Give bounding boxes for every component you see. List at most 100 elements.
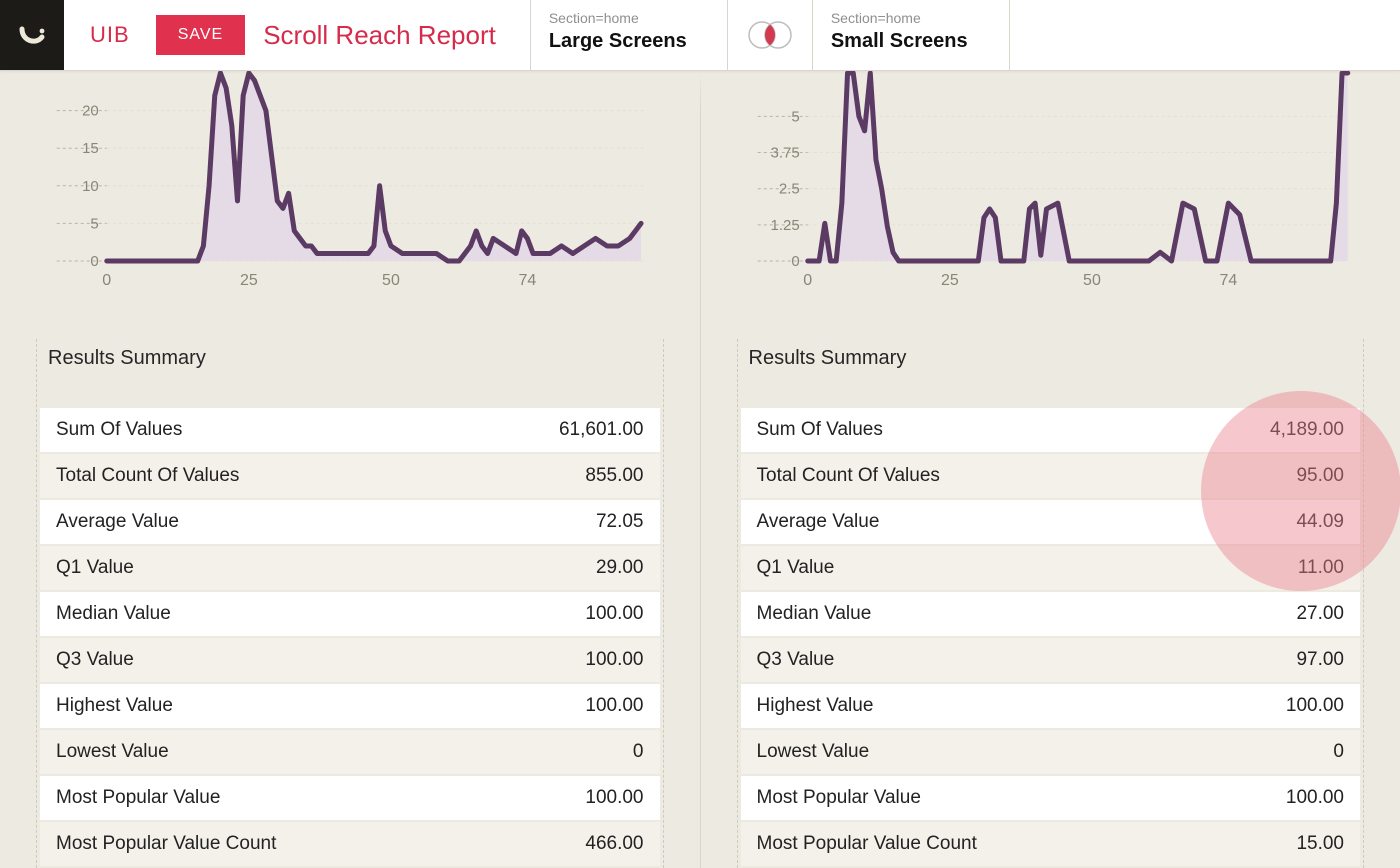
svg-text:25: 25 <box>240 272 258 289</box>
summary-right: Results Summary Sum Of Values4,189.00Tot… <box>741 347 1361 868</box>
svg-text:5: 5 <box>90 215 98 232</box>
stat-value: 100.00 <box>1177 684 1360 728</box>
stat-value: 0 <box>464 730 660 774</box>
table-row: Average Value44.09 <box>741 500 1361 544</box>
stat-value: 15.00 <box>1177 822 1360 866</box>
brand-name[interactable]: UIB <box>64 0 156 70</box>
table-row: Total Count Of Values95.00 <box>741 454 1361 498</box>
stat-label: Sum Of Values <box>40 408 464 452</box>
stat-label: Q1 Value <box>741 546 1177 590</box>
table-row: Most Popular Value100.00 <box>741 776 1361 820</box>
stat-value: 97.00 <box>1177 638 1360 682</box>
stat-label: Most Popular Value <box>741 776 1177 820</box>
stat-label: Q1 Value <box>40 546 464 590</box>
chart-wrap-left: 051015200255074 <box>0 71 700 291</box>
page-title: Scroll Reach Report <box>263 0 526 70</box>
stat-label: Sum Of Values <box>741 408 1177 452</box>
segment-left-value: Large Screens <box>549 27 709 55</box>
stat-label: Highest Value <box>741 684 1177 728</box>
table-row: Most Popular Value Count15.00 <box>741 822 1361 866</box>
table-row: Total Count Of Values855.00 <box>40 454 660 498</box>
scroll-chart-right: 01.252.53.7550255074 <box>735 71 1361 291</box>
app-logo[interactable] <box>0 0 64 70</box>
stat-label: Q3 Value <box>741 638 1177 682</box>
svg-text:15: 15 <box>82 140 99 157</box>
stat-label: Most Popular Value Count <box>741 822 1177 866</box>
compare-body: 051015200255074 Results Summary Sum Of V… <box>0 71 1400 868</box>
table-row: Median Value27.00 <box>741 592 1361 636</box>
stat-value: 100.00 <box>1177 776 1360 820</box>
segment-left[interactable]: Section=home Large Screens <box>531 0 728 70</box>
logo-icon <box>16 19 48 51</box>
table-row: Highest Value100.00 <box>741 684 1361 728</box>
stat-label: Total Count Of Values <box>40 454 464 498</box>
stat-label: Median Value <box>741 592 1177 636</box>
table-row: Most Popular Value100.00 <box>40 776 660 820</box>
table-row: Sum Of Values61,601.00 <box>40 408 660 452</box>
stat-value: 0 <box>1177 730 1360 774</box>
stat-value: 95.00 <box>1177 454 1360 498</box>
svg-text:74: 74 <box>1219 272 1237 289</box>
stat-label: Q3 Value <box>40 638 464 682</box>
venn-toggle[interactable] <box>728 0 813 70</box>
stat-label: Most Popular Value Count <box>40 822 464 866</box>
stat-value: 466.00 <box>464 822 660 866</box>
stat-value: 29.00 <box>464 546 660 590</box>
svg-text:0: 0 <box>803 272 812 289</box>
stat-value: 100.00 <box>464 684 660 728</box>
scroll-chart-left: 051015200255074 <box>34 71 660 291</box>
stat-value: 44.09 <box>1177 500 1360 544</box>
svg-text:50: 50 <box>382 272 400 289</box>
stat-value: 855.00 <box>464 454 660 498</box>
segment-right-label: Section=home <box>831 10 991 27</box>
stat-value: 61,601.00 <box>464 408 660 452</box>
table-row: Lowest Value0 <box>40 730 660 774</box>
chart-wrap-right: 01.252.53.7550255074 <box>701 71 1400 291</box>
segment-right-value: Small Screens <box>831 27 991 55</box>
summary-title-right: Results Summary <box>749 347 1361 370</box>
save-button[interactable]: SAVE <box>156 15 246 55</box>
venn-icon <box>742 17 798 53</box>
stat-label: Highest Value <box>40 684 464 728</box>
stat-label: Total Count Of Values <box>741 454 1177 498</box>
svg-text:0: 0 <box>90 253 98 270</box>
segment-compare: Section=home Large Screens Section=home … <box>530 0 1010 70</box>
stat-value: 11.00 <box>1177 546 1360 590</box>
summary-left: Results Summary Sum Of Values61,601.00To… <box>40 347 660 868</box>
stat-label: Most Popular Value <box>40 776 464 820</box>
stat-value: 27.00 <box>1177 592 1360 636</box>
table-row: Median Value100.00 <box>40 592 660 636</box>
table-row: Most Popular Value Count466.00 <box>40 822 660 866</box>
column-small-screens: 01.252.53.7550255074 Results Summary Sum… <box>701 71 1400 868</box>
svg-text:10: 10 <box>82 178 99 195</box>
summary-title-left: Results Summary <box>48 347 660 370</box>
table-row: Lowest Value0 <box>741 730 1361 774</box>
column-large-screens: 051015200255074 Results Summary Sum Of V… <box>0 71 700 868</box>
table-row: Q1 Value29.00 <box>40 546 660 590</box>
table-row: Sum Of Values4,189.00 <box>741 408 1361 452</box>
table-row: Q3 Value97.00 <box>741 638 1361 682</box>
stat-label: Average Value <box>741 500 1177 544</box>
segment-left-label: Section=home <box>549 10 709 27</box>
stat-label: Lowest Value <box>741 730 1177 774</box>
app-header: UIB SAVE Scroll Reach Report Section=hom… <box>0 0 1400 71</box>
stat-label: Lowest Value <box>40 730 464 774</box>
svg-text:0: 0 <box>791 253 799 270</box>
svg-text:20: 20 <box>82 103 99 120</box>
svg-text:1.25: 1.25 <box>770 217 799 234</box>
table-row: Average Value72.05 <box>40 500 660 544</box>
stat-value: 100.00 <box>464 592 660 636</box>
svg-text:0: 0 <box>102 272 111 289</box>
stat-value: 72.05 <box>464 500 660 544</box>
table-row: Highest Value100.00 <box>40 684 660 728</box>
svg-text:2.5: 2.5 <box>778 181 799 198</box>
stat-label: Median Value <box>40 592 464 636</box>
segment-right[interactable]: Section=home Small Screens <box>813 0 1010 70</box>
svg-text:50: 50 <box>1083 272 1101 289</box>
stats-table-right: Sum Of Values4,189.00Total Count Of Valu… <box>741 406 1361 868</box>
table-row: Q1 Value11.00 <box>741 546 1361 590</box>
stat-value: 100.00 <box>464 776 660 820</box>
stat-label: Average Value <box>40 500 464 544</box>
svg-text:5: 5 <box>791 108 799 125</box>
stat-value: 4,189.00 <box>1177 408 1360 452</box>
